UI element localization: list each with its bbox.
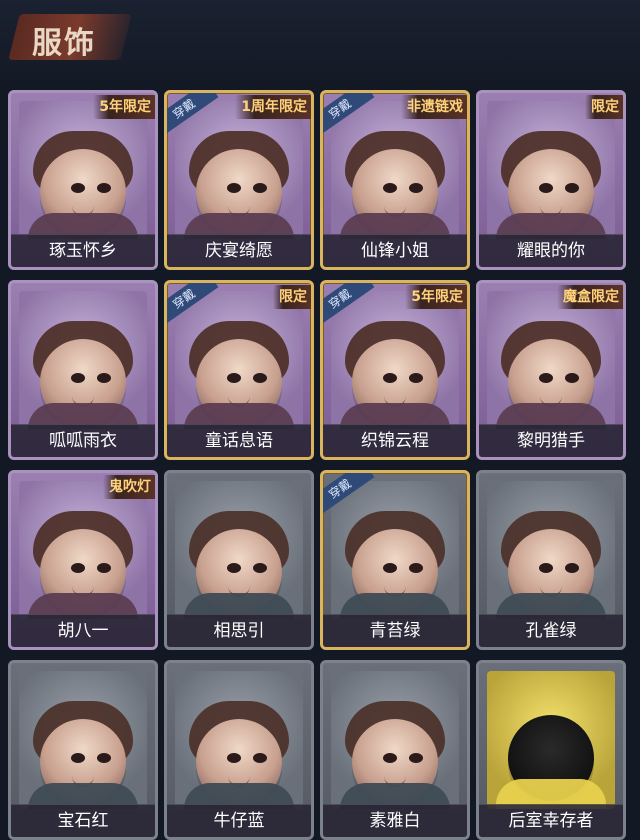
outfit-card[interactable]: 宝石红 [8, 660, 158, 840]
character-portrait [19, 101, 147, 239]
eye-left [383, 373, 397, 383]
eye-right [253, 563, 267, 573]
eye-right [97, 753, 111, 763]
outfit-card[interactable]: 后室幸存者 [476, 660, 626, 840]
eye-right [565, 373, 579, 383]
eye-right [253, 753, 267, 763]
outfit-card[interactable]: 牛仔蓝 [164, 660, 314, 840]
character-portrait [19, 671, 147, 809]
eye-left [383, 753, 397, 763]
character-portrait [487, 481, 615, 619]
outfit-name: 庆宴绮愿 [205, 241, 273, 261]
outfit-card[interactable]: 限定 耀眼的你 [476, 90, 626, 270]
limited-badge: 限定 [273, 285, 311, 309]
eye-left [227, 753, 241, 763]
limited-badge: 限定 [585, 95, 623, 119]
eye-right [565, 563, 579, 573]
eye-right [97, 373, 111, 383]
limited-badge: 5年限定 [405, 285, 467, 309]
character-portrait [487, 101, 615, 239]
eye-left [227, 373, 241, 383]
eye-right [409, 563, 423, 573]
eye-right [409, 753, 423, 763]
outfit-name: 后室幸存者 [508, 811, 594, 831]
outfit-card[interactable]: 素雅白 [320, 660, 470, 840]
eye-left [383, 183, 397, 193]
character-portrait [175, 671, 303, 809]
eye-left [539, 183, 553, 193]
eye-left [227, 563, 241, 573]
character-portrait [487, 291, 615, 429]
outfit-name: 胡八一 [57, 621, 109, 641]
eye-right [97, 563, 111, 573]
outfit-name: 宝石红 [57, 811, 109, 831]
outfit-name: 呱呱雨衣 [49, 431, 117, 451]
outfit-name: 童话息语 [205, 431, 273, 451]
character-portrait [331, 481, 459, 619]
eye-left [227, 183, 241, 193]
character-portrait [331, 291, 459, 429]
eye-right [253, 183, 267, 193]
outfit-card[interactable]: 穿戴 5年限定 织锦云程 [320, 280, 470, 460]
header: 服饰 [0, 0, 640, 80]
character-portrait [19, 291, 147, 429]
outfit-card[interactable]: 鬼吹灯 胡八一 [8, 470, 158, 650]
character-portrait [331, 671, 459, 809]
outfit-name: 孔雀绿 [525, 621, 577, 641]
limited-badge: 1周年限定 [235, 95, 311, 119]
eye-right [409, 373, 423, 383]
limited-badge: 5年限定 [93, 95, 155, 119]
outfit-card[interactable]: 穿戴 限定 童话息语 [164, 280, 314, 460]
eye-right [97, 183, 111, 193]
eye-right [409, 183, 423, 193]
outfit-card[interactable]: 穿戴 青苔绿 [320, 470, 470, 650]
outfit-name: 琢玉怀乡 [49, 241, 117, 261]
outfit-name: 青苔绿 [369, 621, 421, 641]
outfit-name: 素雅白 [369, 811, 421, 831]
outfit-grid: 5年限定 琢玉怀乡 穿戴 1周年限定 庆宴绮愿 穿戴 非遗链戏 仙锋小姐 限定 … [0, 80, 640, 840]
outfit-card[interactable]: 5年限定 琢玉怀乡 [8, 90, 158, 270]
limited-badge: 魔盒限定 [557, 285, 623, 309]
eye-right [253, 373, 267, 383]
eye-left [539, 563, 553, 573]
outfit-name: 仙锋小姐 [361, 241, 429, 261]
outfit-name: 耀眼的你 [517, 241, 585, 261]
outfit-card[interactable]: 相思引 [164, 470, 314, 650]
character-portrait [331, 101, 459, 239]
eye-left [71, 563, 85, 573]
outfit-card[interactable]: 穿戴 非遗链戏 仙锋小姐 [320, 90, 470, 270]
outfit-card[interactable]: 孔雀绿 [476, 470, 626, 650]
character-portrait [487, 671, 615, 809]
character-portrait [19, 481, 147, 619]
eye-left [71, 373, 85, 383]
eye-left [383, 563, 397, 573]
outfit-name: 牛仔蓝 [213, 811, 265, 831]
eye-left [71, 753, 85, 763]
character-portrait [175, 481, 303, 619]
collab-badge: 鬼吹灯 [103, 475, 155, 499]
outfit-card[interactable]: 魔盒限定 黎明猎手 [476, 280, 626, 460]
outfit-name: 织锦云程 [361, 431, 429, 451]
eye-left [71, 183, 85, 193]
character-portrait [175, 291, 303, 429]
limited-badge: 非遗链戏 [401, 95, 467, 119]
eye-left [539, 373, 553, 383]
eye-right [565, 183, 579, 193]
outfit-card[interactable]: 呱呱雨衣 [8, 280, 158, 460]
character-portrait [175, 101, 303, 239]
outfit-card[interactable]: 穿戴 1周年限定 庆宴绮愿 [164, 90, 314, 270]
outfit-name: 黎明猎手 [517, 431, 585, 451]
page-title: 服饰 [32, 26, 96, 61]
outfit-name: 相思引 [213, 621, 265, 641]
